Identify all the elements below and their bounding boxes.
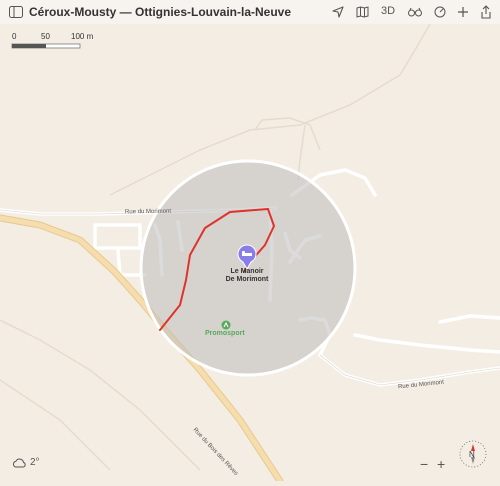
cloud-icon [12,458,26,467]
compass-label: N [469,450,475,459]
sidebar-toggle-icon[interactable] [8,4,24,20]
location-arrow-icon[interactable] [330,4,346,20]
zoom-in-button[interactable]: + [437,456,445,472]
compass[interactable]: N [458,439,488,469]
map-canvas[interactable]: Le Manoir De Morimont Promosport Rue du … [0,23,500,485]
share-icon[interactable] [478,4,494,20]
view-3d-button[interactable]: 3D [381,5,395,17]
zoom-out-button[interactable]: − [420,456,428,472]
scale-bar-graphic [11,43,81,49]
map-mode-icon[interactable] [354,4,370,20]
place-name-line2: De Morimont [225,276,269,283]
add-icon[interactable] [455,4,471,20]
temperature: 2° [30,457,40,468]
place-label[interactable]: Le Manoir De Morimont [214,268,280,284]
toolbar: Céroux-Mousty — Ottignies-Louvain-la-Neu… [0,0,500,24]
scale-label-100: 100 m [71,32,94,41]
scale-label-50: 50 [41,32,50,41]
weather-widget: 2° [12,457,40,468]
sports-poi-icon[interactable] [221,320,231,330]
road-label-morimont-west: Rue du Morimont [124,208,172,216]
scale-label-0: 0 [12,32,17,41]
window-title: Céroux-Mousty — Ottignies-Louvain-la-Neu… [29,5,292,19]
hotel-pin-icon[interactable] [236,244,258,270]
poi-label[interactable]: Promosport [205,330,245,337]
tracking-icon[interactable] [432,4,448,20]
place-name-line1: Le Manoir [230,268,264,275]
look-around-binoculars-icon[interactable] [407,4,423,20]
scale-bar: 0 50 100 m [11,32,111,52]
